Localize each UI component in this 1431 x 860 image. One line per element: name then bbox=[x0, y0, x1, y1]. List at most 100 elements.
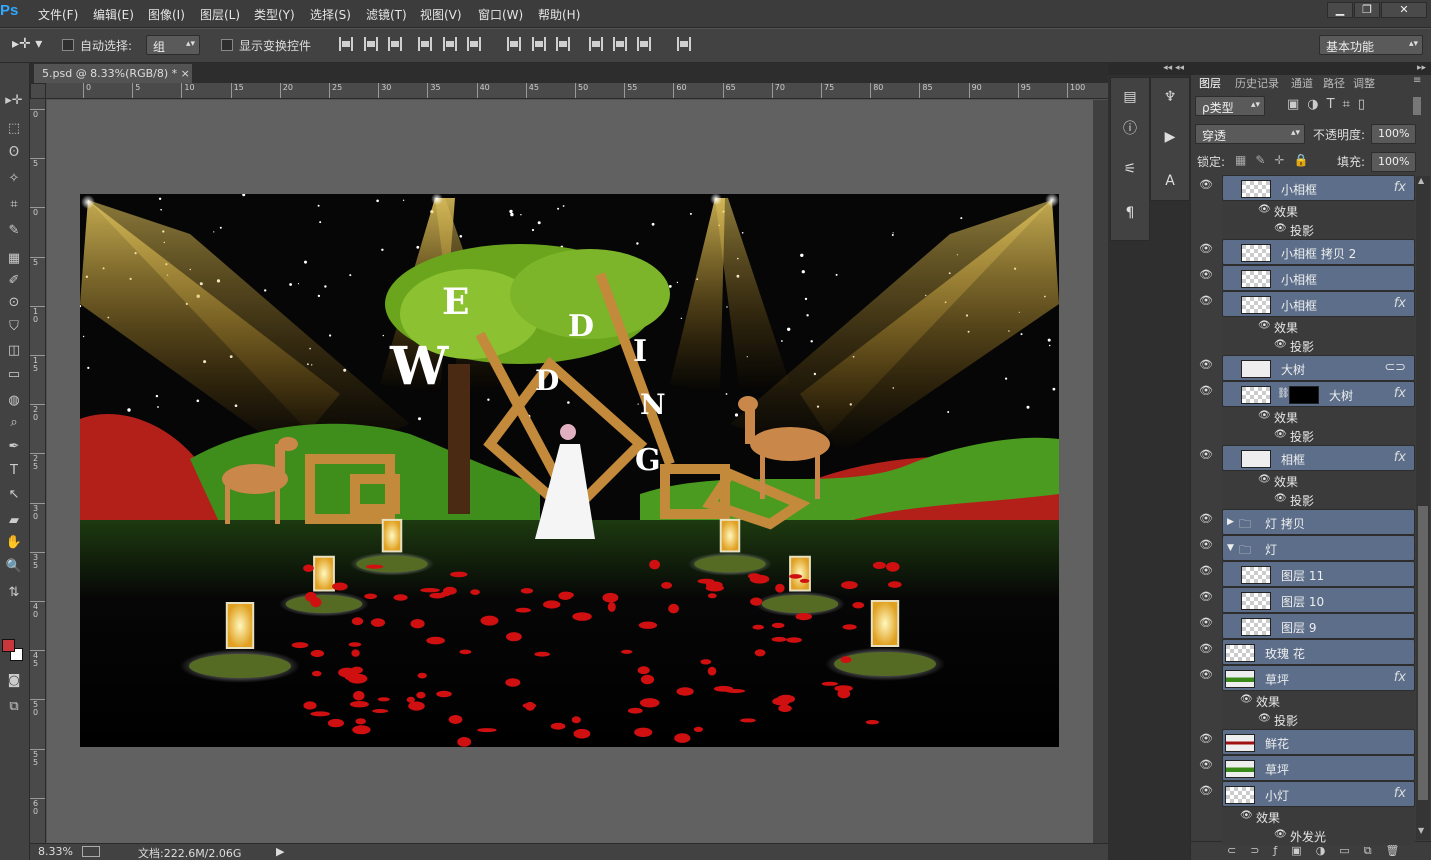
restore-button[interactable]: ❐ bbox=[1354, 2, 1380, 18]
status-icon[interactable] bbox=[82, 846, 100, 857]
effect-row[interactable]: 👁 效果 bbox=[1222, 691, 1415, 710]
brush-preset-icon[interactable]: ⚟ bbox=[1119, 158, 1141, 180]
canvas-vertical-scrollbar[interactable] bbox=[1093, 100, 1108, 843]
auto-select-checkbox[interactable] bbox=[62, 39, 74, 51]
scroll-thumb[interactable] bbox=[1418, 506, 1428, 800]
visibility-eye-icon[interactable]: 👁 bbox=[1196, 784, 1216, 804]
visibility-eye-icon[interactable]: 👁 bbox=[1196, 268, 1216, 288]
layer-name[interactable]: 草坪 bbox=[1265, 671, 1289, 688]
panel-tab-0[interactable]: 图层 bbox=[1199, 75, 1221, 91]
ruler-origin[interactable] bbox=[30, 83, 46, 99]
tool-icon[interactable]: ✎ bbox=[2, 221, 26, 241]
document-tab[interactable]: 5.psd @ 8.33%(RGB/8) * × bbox=[34, 64, 192, 83]
layer-thumbnail[interactable] bbox=[1225, 644, 1255, 662]
layer-row[interactable]: 相框 fx bbox=[1222, 445, 1415, 471]
link-layer-icon[interactable]: ⊂⊃ bbox=[1384, 360, 1406, 375]
align-icon[interactable] bbox=[388, 37, 402, 51]
fill-input[interactable]: 100% bbox=[1371, 152, 1416, 172]
layer-thumbnail[interactable] bbox=[1241, 296, 1271, 314]
layer-name[interactable]: 相框 bbox=[1281, 451, 1305, 468]
tool-icon[interactable]: ◍ bbox=[2, 391, 26, 411]
tool-icon[interactable]: ⌕ bbox=[2, 413, 26, 433]
visibility-eye-icon[interactable]: 👁 bbox=[1196, 178, 1216, 198]
foreground-color-swatch[interactable] bbox=[2, 639, 15, 652]
effect-eye-icon[interactable]: 👁 bbox=[1258, 713, 1271, 724]
visibility-eye-icon[interactable]: 👁 bbox=[1196, 538, 1216, 558]
fx-icon[interactable]: fx bbox=[1394, 296, 1406, 311]
actions-play-icon[interactable]: ▶ bbox=[1159, 126, 1181, 148]
align-icon[interactable] bbox=[589, 37, 603, 51]
screen-mode-icon[interactable]: ⧉ bbox=[2, 697, 26, 717]
filter-toggle[interactable] bbox=[1413, 97, 1421, 115]
visibility-eye-icon[interactable]: 👁 bbox=[1196, 564, 1216, 584]
layer-name[interactable]: 大树 bbox=[1281, 361, 1305, 378]
layer-mask-thumbnail[interactable] bbox=[1289, 386, 1319, 404]
effect-row[interactable]: 👁 效果 bbox=[1222, 471, 1415, 490]
tool-icon[interactable]: ✐ bbox=[2, 271, 26, 291]
layer-name[interactable]: 灯 bbox=[1265, 541, 1277, 558]
effect-row[interactable]: 👁 外发光 bbox=[1222, 826, 1415, 845]
scroll-down-arrow[interactable]: ▼ bbox=[1418, 826, 1428, 836]
tool-icon[interactable]: ʘ bbox=[2, 143, 26, 163]
group-toggle-icon[interactable]: ▼ bbox=[1227, 543, 1234, 553]
layer-thumbnail[interactable] bbox=[1225, 734, 1255, 752]
menu-item-0[interactable]: 文件(F) bbox=[38, 6, 78, 23]
effect-row[interactable]: 👁 效果 bbox=[1222, 201, 1415, 220]
layer-thumbnail[interactable] bbox=[1241, 360, 1271, 378]
layer-row[interactable]: 图层 9 bbox=[1222, 613, 1415, 639]
auto-select-dropdown[interactable]: 组 ▴▾ bbox=[146, 35, 200, 55]
layer-thumbnail[interactable] bbox=[1241, 270, 1271, 288]
layer-thumbnail[interactable] bbox=[1241, 244, 1271, 262]
visibility-eye-icon[interactable]: 👁 bbox=[1196, 512, 1216, 532]
panel-tab-1[interactable]: 历史记录 bbox=[1235, 75, 1279, 91]
panel-tab-4[interactable]: 调整 bbox=[1353, 75, 1375, 91]
layer-row[interactable]: 草坪 fx bbox=[1222, 665, 1415, 691]
layer-name[interactable]: 草坪 bbox=[1265, 761, 1289, 778]
tool-presets-icon[interactable]: ♆ bbox=[1159, 86, 1181, 108]
layer-name[interactable]: 图层 10 bbox=[1281, 593, 1324, 610]
menu-item-8[interactable]: 窗口(W) bbox=[478, 6, 523, 23]
layer-thumbnail[interactable] bbox=[1241, 592, 1271, 610]
visibility-eye-icon[interactable]: 👁 bbox=[1196, 294, 1216, 314]
layer-name[interactable]: 小相框 bbox=[1281, 271, 1317, 288]
effect-eye-icon[interactable]: 👁 bbox=[1274, 429, 1287, 440]
layer-name[interactable]: 小灯 bbox=[1265, 787, 1289, 804]
align-icon[interactable] bbox=[556, 37, 570, 51]
visibility-eye-icon[interactable]: 👁 bbox=[1196, 642, 1216, 662]
layer-thumbnail[interactable] bbox=[1241, 566, 1271, 584]
tool-icon[interactable]: ▸✛ bbox=[2, 91, 26, 111]
close-button[interactable]: ✕ bbox=[1381, 2, 1427, 18]
layer-thumbnail[interactable] bbox=[1225, 760, 1255, 778]
layer-row[interactable]: 小相框 拷贝 2 bbox=[1222, 239, 1415, 265]
properties-icon[interactable]: ▤ bbox=[1119, 86, 1141, 108]
collapse-panel-icon[interactable]: ▸▸ bbox=[1191, 63, 1431, 75]
filter-type-icons[interactable]: ▣◑T⌗▯ bbox=[1287, 97, 1373, 112]
menu-item-3[interactable]: 图层(L) bbox=[200, 6, 240, 23]
tool-icon[interactable]: ⬚ bbox=[2, 119, 26, 139]
effect-eye-icon[interactable]: 👁 bbox=[1274, 339, 1287, 350]
layer-row[interactable]: 小相框 fx bbox=[1222, 175, 1415, 201]
menu-item-4[interactable]: 类型(Y) bbox=[254, 6, 295, 23]
effect-eye-icon[interactable]: 👁 bbox=[1274, 223, 1287, 234]
fx-icon[interactable]: fx bbox=[1394, 670, 1406, 685]
opacity-input[interactable]: 100% bbox=[1371, 124, 1416, 144]
effect-row[interactable]: 👁 投影 bbox=[1222, 220, 1415, 239]
group-toggle-icon[interactable]: ▶ bbox=[1227, 517, 1234, 527]
align-icon[interactable] bbox=[637, 37, 651, 51]
align-icon[interactable] bbox=[677, 37, 691, 51]
effect-eye-icon[interactable]: 👁 bbox=[1240, 694, 1253, 705]
minimize-button[interactable]: ▁ bbox=[1327, 2, 1353, 18]
menu-item-9[interactable]: 帮助(H) bbox=[538, 6, 580, 23]
workspace-dropdown[interactable]: 基本功能 ▴▾ bbox=[1319, 35, 1423, 55]
tool-icon[interactable]: ⊙ bbox=[2, 293, 26, 313]
tool-icon[interactable]: ✋ bbox=[2, 533, 26, 553]
tool-icon[interactable]: ◫ bbox=[2, 341, 26, 361]
menu-item-7[interactable]: 视图(V) bbox=[420, 6, 462, 23]
menu-item-5[interactable]: 选择(S) bbox=[310, 6, 351, 23]
menu-item-1[interactable]: 编辑(E) bbox=[93, 6, 134, 23]
layer-row[interactable]: ▶ 🗀 灯 拷贝 bbox=[1222, 509, 1415, 535]
visibility-eye-icon[interactable]: 👁 bbox=[1196, 242, 1216, 262]
layer-row[interactable]: 小相框 bbox=[1222, 265, 1415, 291]
align-icon[interactable] bbox=[532, 37, 546, 51]
menu-item-6[interactable]: 滤镜(T) bbox=[366, 6, 407, 23]
